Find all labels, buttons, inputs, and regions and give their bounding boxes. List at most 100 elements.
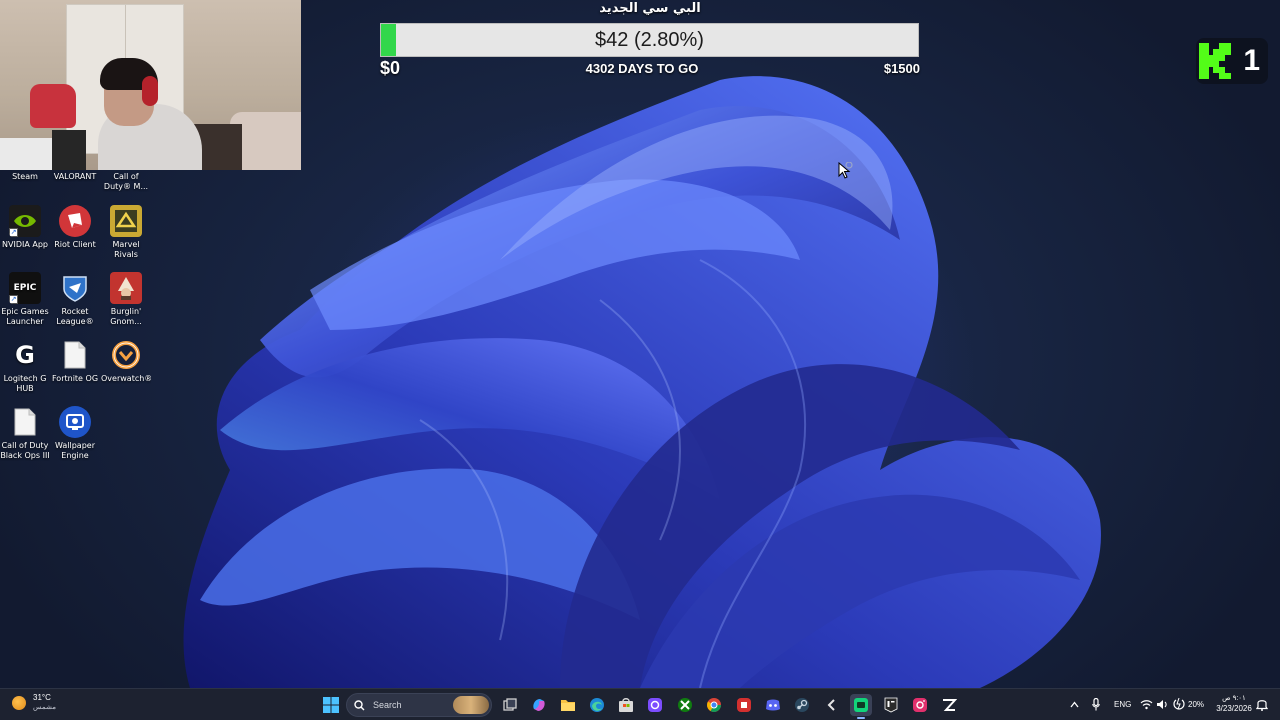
chrome-icon (707, 698, 721, 712)
webcam-overlay (0, 0, 301, 170)
chevron-up-icon[interactable] (1070, 701, 1079, 708)
discord-icon (766, 699, 780, 711)
desktop-icon-label: Burglin' Gnom... (110, 307, 142, 326)
desktop-icon-call-of-duty-mobile[interactable]: Call of Duty® M... (101, 172, 151, 192)
mouse-cursor-icon (838, 162, 853, 179)
epic-games-icon (884, 697, 898, 713)
desktop: Steam VALORANT Call of Duty® M... ↗ NVID… (0, 0, 1280, 688)
active-app-button[interactable] (850, 694, 872, 719)
notification-bell-icon[interactable] (1256, 698, 1268, 711)
steam-icon (795, 698, 809, 712)
goal-max-label: $1500 (883, 61, 920, 76)
taskbar-clock[interactable]: ٩:٠١ ص 3/23/2026 (1212, 694, 1256, 714)
taskbar: 31°C مشمس Search ENG 20% ٩:٠١ ص 3/23/202… (0, 688, 1280, 720)
taskbar-search[interactable]: Search (346, 693, 492, 717)
weather-widget[interactable]: 31°C مشمس (12, 693, 56, 713)
microphone-icon[interactable] (1092, 698, 1100, 711)
battery-charging-icon[interactable] (1172, 698, 1186, 710)
red-app-button[interactable] (733, 694, 755, 716)
desktop-icon-marvel-rivals[interactable]: Marvel Rivals (101, 205, 151, 260)
capcut-icon (943, 699, 957, 711)
desktop-icon-wallpaper-engine[interactable]: Wallpaper Engine (50, 406, 100, 461)
blank-document-icon (9, 406, 41, 438)
red-app-icon (737, 698, 751, 712)
back-arrow-app-icon (827, 699, 835, 711)
microsoft-store-icon (619, 698, 633, 712)
edge-button[interactable] (586, 694, 608, 716)
sun-icon (12, 696, 26, 710)
task-view-icon (503, 698, 517, 711)
blank-document-icon (59, 339, 91, 371)
logitech-g-icon: G (15, 341, 35, 369)
kick-viewer-count: 1 (1243, 44, 1260, 77)
desktop-icon-label: Overwatch® (101, 374, 151, 383)
epic-games-taskbar-button[interactable] (880, 694, 902, 716)
desktop-icon-label: Riot Client (54, 240, 96, 249)
desktop-icon-call-of-duty-bo3[interactable]: Call of Duty Black Ops III (0, 406, 50, 461)
goal-days-left: 4302 DAYS TO GO (585, 61, 699, 76)
file-explorer-icon (561, 700, 575, 711)
desktop-icon-epic-games-launcher[interactable]: EPIC ↗ Epic Games Launcher (0, 272, 50, 327)
desktop-icon-riot-client[interactable]: Riot Client (50, 205, 100, 250)
riot-fist-icon (59, 205, 91, 237)
desktop-icon-label: Marvel Rivals (112, 240, 140, 259)
steam-button[interactable] (791, 694, 813, 716)
nvidia-icon: ↗ (9, 205, 41, 237)
language-indicator[interactable]: ENG (1114, 700, 1131, 709)
search-placeholder: Search (373, 700, 402, 710)
desktop-icon-rocket-league[interactable]: Rocket League® (50, 272, 100, 327)
microsoft-store-button[interactable] (615, 694, 637, 716)
desktop-icon-label: Steam (12, 172, 38, 181)
instagram-button[interactable] (909, 694, 931, 716)
file-explorer-button[interactable] (557, 694, 579, 716)
goal-title: البي سي الجديد (599, 1, 701, 16)
volume-icon[interactable] (1156, 699, 1169, 710)
active-app-icon (854, 698, 868, 712)
desktop-icon-burglin-gnomes[interactable]: Burglin' Gnom... (101, 272, 151, 327)
desktop-icon-logitech-g-hub[interactable]: G Logitech G HUB (0, 339, 50, 394)
desktop-icon-label: Wallpaper Engine (54, 441, 95, 460)
windows-logo-icon (323, 697, 339, 713)
desktop-icon-label: Epic Games Launcher (1, 307, 49, 326)
overwatch-icon (110, 339, 142, 371)
purple-app-button[interactable] (644, 694, 666, 716)
desktop-icon-overwatch[interactable]: Overwatch® (101, 339, 151, 384)
kick-logo-icon (1198, 42, 1232, 80)
desktop-icon-label: Fortnite OG (51, 374, 99, 383)
start-button[interactable] (320, 694, 342, 716)
edge-icon (590, 698, 604, 712)
instagram-icon (913, 698, 927, 712)
wifi-icon[interactable] (1140, 699, 1153, 710)
epic-games-icon: EPIC ↗ (9, 272, 41, 304)
discord-button[interactable] (762, 694, 784, 716)
goal-amount: $42 (2.80%) (595, 28, 704, 51)
capcut-button[interactable] (938, 694, 960, 716)
task-view-button[interactable] (499, 694, 521, 716)
desktop-icon-fortnite-og[interactable]: Fortnite OG (50, 339, 100, 384)
marvel-rivals-icon (110, 205, 142, 237)
rocket-league-shield-icon (59, 272, 91, 304)
desktop-icon-valorant[interactable]: VALORANT (50, 172, 100, 182)
desktop-icon-label: Call of Duty Black Ops III (0, 441, 50, 460)
goal-progress-bar: $42 (2.80%) (380, 23, 919, 57)
chrome-button[interactable] (703, 694, 725, 716)
desktop-icon-label: NVIDIA App (2, 240, 48, 249)
xbox-button[interactable] (674, 694, 696, 716)
desktop-icon-nvidia-app[interactable]: ↗ NVIDIA App (0, 205, 50, 250)
desktop-icon-steam[interactable]: Steam (0, 172, 50, 182)
clock-date: 3/23/2026 (1216, 704, 1252, 713)
copilot-button[interactable] (528, 694, 550, 716)
copilot-icon (533, 699, 545, 711)
back-arrow-app-button[interactable] (821, 694, 843, 716)
battery-percentage[interactable]: 20% (1188, 700, 1204, 709)
desktop-icon-label: Logitech G HUB (3, 374, 47, 393)
wallpaper-engine-icon (59, 406, 91, 438)
gnome-icon (110, 272, 142, 304)
weather-temperature: 31°C (33, 693, 51, 702)
clock-time: ٩:٠١ ص (1222, 695, 1246, 702)
desktop-icon-label: Rocket League® (56, 307, 94, 326)
desktop-icon-label: VALORANT (53, 172, 97, 181)
search-icon (354, 699, 365, 710)
xbox-icon (678, 698, 692, 712)
app-purple-icon (648, 698, 662, 712)
